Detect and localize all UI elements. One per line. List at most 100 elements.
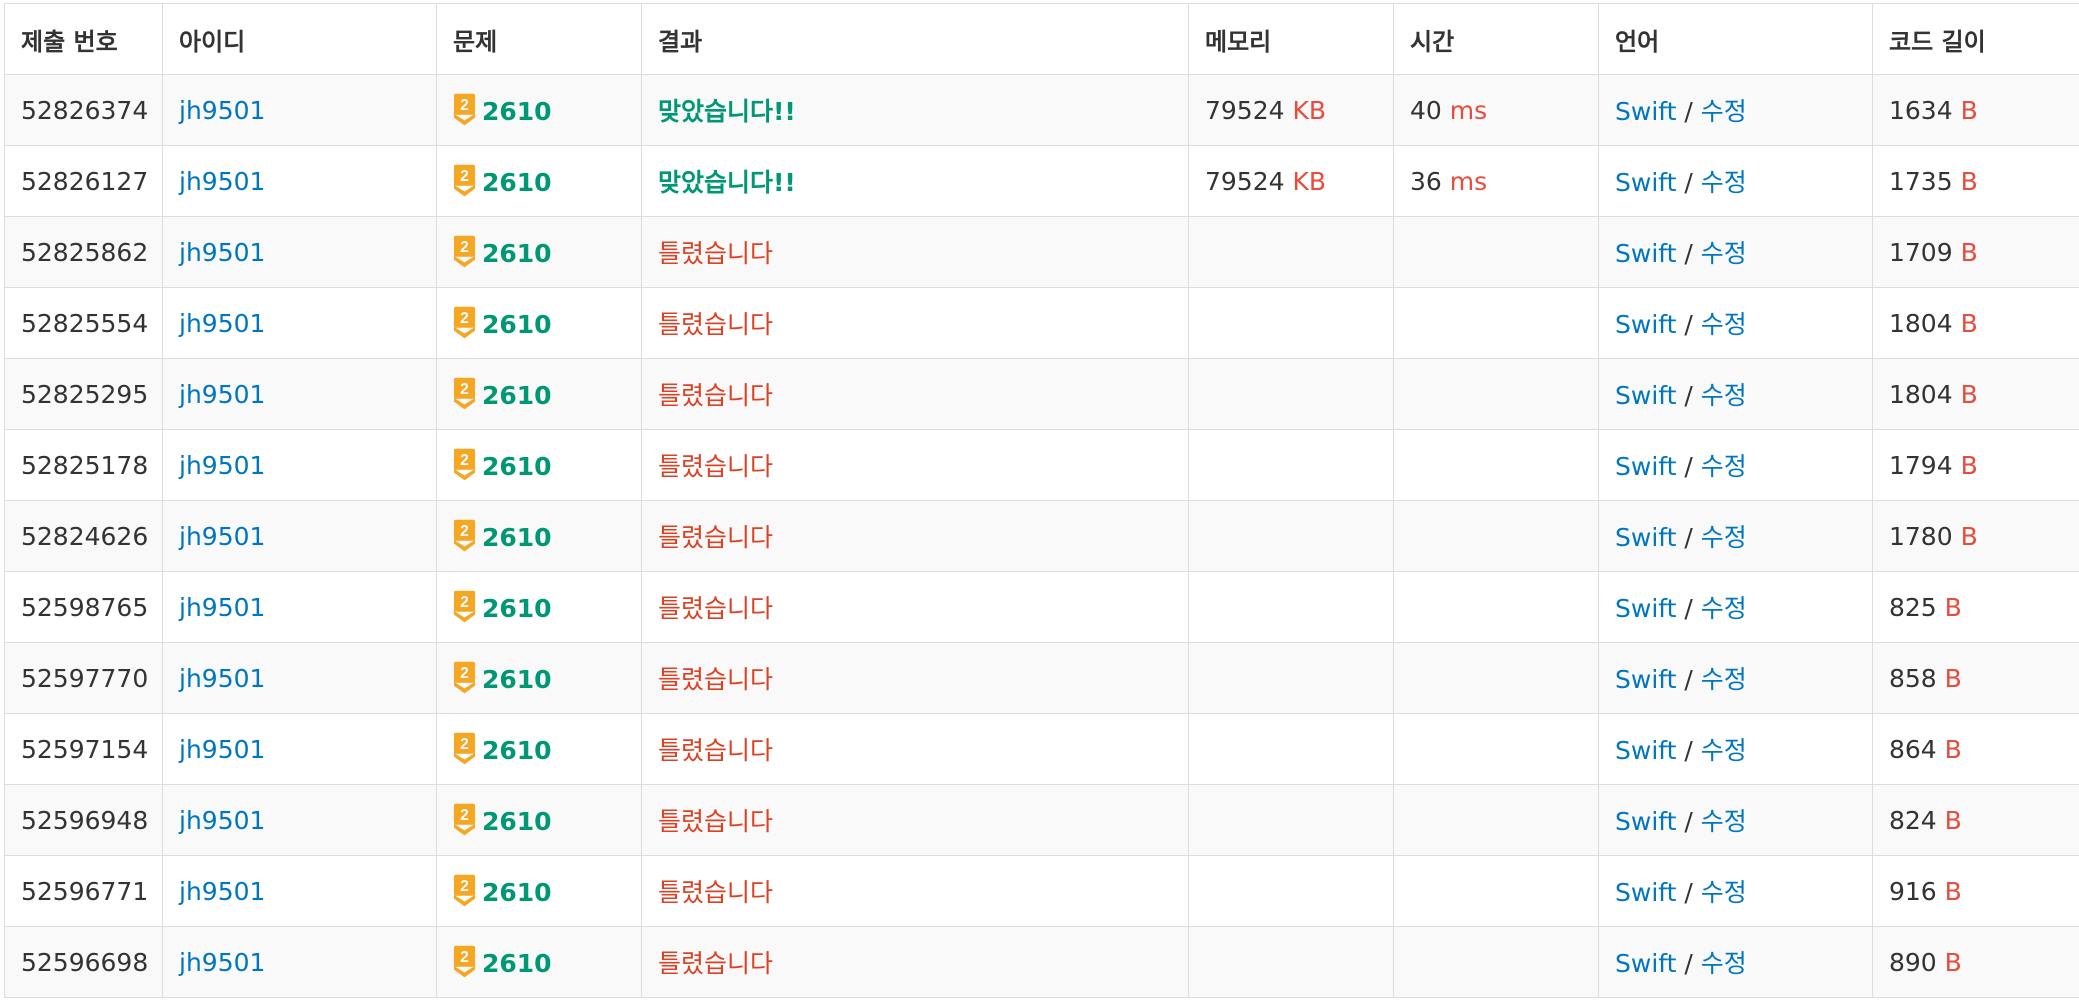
gold-tier-icon: 2: [453, 377, 476, 410]
problem-link[interactable]: 2610: [482, 239, 552, 268]
submission-id: 52596771: [4, 855, 163, 927]
problem-link[interactable]: 2610: [482, 736, 552, 765]
table-row: 52596948 jh9501 2 2610 틀렸습니다 Swift / 수정 8…: [4, 784, 2079, 856]
memory-cell: 79524 KB: [1188, 145, 1394, 217]
edit-link[interactable]: 수정: [1701, 97, 1747, 126]
user-id-link[interactable]: jh9501: [179, 96, 265, 125]
time-cell: [1393, 713, 1599, 785]
svg-text:2: 2: [460, 239, 469, 256]
memory-cell: [1188, 926, 1394, 998]
user-id-link[interactable]: jh9501: [179, 877, 265, 906]
problem-link[interactable]: 2610: [482, 168, 552, 197]
user-id-link[interactable]: jh9501: [179, 451, 265, 480]
result-cell: 틀렸습니다: [641, 713, 1189, 785]
user-id-link[interactable]: jh9501: [179, 735, 265, 764]
user-id-cell: jh9501: [162, 74, 437, 146]
user-id-link[interactable]: jh9501: [179, 806, 265, 835]
gold-tier-icon: 2: [453, 448, 476, 481]
language-link[interactable]: Swift: [1615, 381, 1676, 410]
problem-link[interactable]: 2610: [482, 665, 552, 694]
submission-id: 52826127: [4, 145, 163, 217]
edit-link[interactable]: 수정: [1701, 878, 1747, 907]
edit-link[interactable]: 수정: [1701, 452, 1747, 481]
language-separator: /: [1684, 949, 1693, 978]
result-cell: 틀렸습니다: [641, 855, 1189, 927]
header-problem: 문제: [436, 3, 642, 75]
gold-tier-icon: 2: [453, 661, 476, 694]
user-id-link[interactable]: jh9501: [179, 167, 265, 196]
language-link[interactable]: Swift: [1615, 736, 1676, 765]
code-length-value: 1780: [1889, 521, 1953, 551]
problem-link[interactable]: 2610: [482, 807, 552, 836]
svg-text:2: 2: [460, 594, 469, 611]
user-id-link[interactable]: jh9501: [179, 664, 265, 693]
language-link[interactable]: Swift: [1615, 523, 1676, 552]
table-row: 52825178 jh9501 2 2610 틀렸습니다 Swift / 수정 1…: [4, 429, 2079, 501]
user-id-link[interactable]: jh9501: [179, 309, 265, 338]
code-length-unit: B: [1944, 876, 1962, 906]
language-link[interactable]: Swift: [1615, 594, 1676, 623]
problem-link[interactable]: 2610: [482, 310, 552, 339]
problem-cell: 2 2610: [436, 145, 642, 217]
language-link[interactable]: Swift: [1615, 168, 1676, 197]
user-id-link[interactable]: jh9501: [179, 593, 265, 622]
code-length-unit: B: [1944, 592, 1962, 622]
edit-link[interactable]: 수정: [1701, 594, 1747, 623]
user-id-link[interactable]: jh9501: [179, 522, 265, 551]
problem-link[interactable]: 2610: [482, 452, 552, 481]
problem-link[interactable]: 2610: [482, 523, 552, 552]
code-length-cell: 824 B: [1872, 784, 2079, 856]
user-id-link[interactable]: jh9501: [179, 380, 265, 409]
code-length-unit: B: [1960, 450, 1978, 480]
result-cell: 맞았습니다!!: [641, 74, 1189, 146]
language-link[interactable]: Swift: [1615, 949, 1676, 978]
time-cell: [1393, 429, 1599, 501]
language-cell: Swift / 수정: [1598, 713, 1873, 785]
edit-link[interactable]: 수정: [1701, 807, 1747, 836]
submission-id: 52825295: [4, 358, 163, 430]
problem-link[interactable]: 2610: [482, 97, 552, 126]
edit-link[interactable]: 수정: [1701, 310, 1747, 339]
problem-link[interactable]: 2610: [482, 381, 552, 410]
svg-text:2: 2: [460, 949, 469, 966]
edit-link[interactable]: 수정: [1701, 665, 1747, 694]
table-row: 52596698 jh9501 2 2610 틀렸습니다 Swift / 수정 8…: [4, 926, 2079, 998]
code-length-value: 1804: [1889, 379, 1953, 409]
user-id-link[interactable]: jh9501: [179, 948, 265, 977]
result-text: 틀렸습니다: [658, 665, 774, 694]
edit-link[interactable]: 수정: [1701, 736, 1747, 765]
language-link[interactable]: Swift: [1615, 97, 1676, 126]
time-unit: ms: [1449, 95, 1488, 125]
language-link[interactable]: Swift: [1615, 452, 1676, 481]
time-value: 36: [1410, 166, 1442, 196]
edit-link[interactable]: 수정: [1701, 949, 1747, 978]
code-length-value: 1735: [1889, 166, 1953, 196]
language-separator: /: [1684, 381, 1693, 410]
memory-cell: [1188, 855, 1394, 927]
table-row: 52597770 jh9501 2 2610 틀렸습니다 Swift / 수정 8…: [4, 642, 2079, 714]
edit-link[interactable]: 수정: [1701, 523, 1747, 552]
result-text: 맞았습니다!!: [658, 168, 796, 197]
user-id-link[interactable]: jh9501: [179, 238, 265, 267]
submission-id: 52825554: [4, 287, 163, 359]
problem-link[interactable]: 2610: [482, 594, 552, 623]
time-cell: [1393, 784, 1599, 856]
edit-link[interactable]: 수정: [1701, 239, 1747, 268]
edit-link[interactable]: 수정: [1701, 381, 1747, 410]
language-link[interactable]: Swift: [1615, 239, 1676, 268]
edit-link[interactable]: 수정: [1701, 168, 1747, 197]
submission-status-table: 제출 번호 아이디 문제 결과 메모리 시간 언어 코드 길이 52826374…: [4, 3, 2079, 998]
language-link[interactable]: Swift: [1615, 310, 1676, 339]
result-cell: 틀렸습니다: [641, 926, 1189, 998]
language-link[interactable]: Swift: [1615, 807, 1676, 836]
submission-id: 52596948: [4, 784, 163, 856]
language-link[interactable]: Swift: [1615, 878, 1676, 907]
problem-cell: 2 2610: [436, 571, 642, 643]
language-link[interactable]: Swift: [1615, 665, 1676, 694]
header-code-length: 코드 길이: [1872, 3, 2079, 75]
memory-cell: [1188, 642, 1394, 714]
problem-link[interactable]: 2610: [482, 949, 552, 978]
problem-cell: 2 2610: [436, 784, 642, 856]
time-cell: [1393, 500, 1599, 572]
problem-link[interactable]: 2610: [482, 878, 552, 907]
